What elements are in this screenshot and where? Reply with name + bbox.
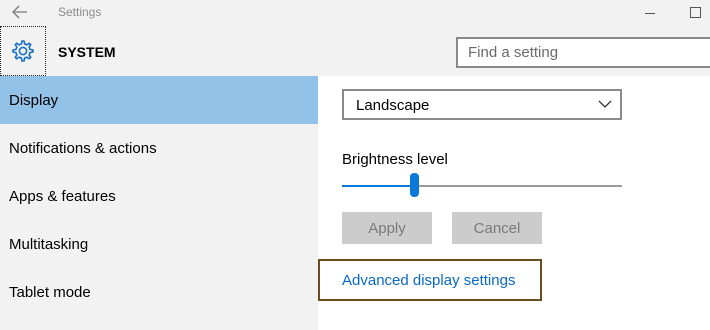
minimize-button[interactable] [640, 2, 662, 22]
sidebar-item-label: Display [9, 91, 59, 109]
apply-button[interactable]: Apply [342, 212, 432, 244]
cancel-button[interactable]: Cancel [452, 212, 542, 244]
window-title: Settings [58, 5, 102, 19]
sidebar-item-label: Multitasking [9, 235, 89, 253]
orientation-dropdown[interactable]: Landscape [342, 89, 622, 120]
title-bar: Settings [0, 0, 710, 26]
sidebar-item-multitasking[interactable]: Multitasking [0, 220, 318, 268]
gear-icon [12, 40, 34, 62]
sidebar-item-label: Apps & features [9, 187, 116, 205]
advanced-link-label: Advanced display settings [342, 271, 516, 289]
page-header: SYSTEM [0, 26, 710, 76]
sidebar-item-tablet-mode[interactable]: Tablet mode [0, 268, 318, 316]
search-input[interactable] [458, 39, 710, 66]
sidebar-item-display[interactable]: Display [0, 76, 318, 124]
advanced-display-settings-link[interactable]: Advanced display settings [318, 259, 542, 301]
slider-thumb[interactable] [410, 173, 419, 197]
sidebar-item-label: Notifications & actions [9, 139, 157, 157]
sidebar-item-notifications[interactable]: Notifications & actions [0, 124, 318, 172]
brightness-slider[interactable] [342, 172, 622, 200]
sidebar-item-label: Tablet mode [9, 283, 91, 301]
sidebar: Display Notifications & actions Apps & f… [0, 76, 318, 330]
display-settings-panel: Landscape Brightness level Apply Cancel … [318, 76, 710, 330]
sidebar-item-apps-features[interactable]: Apps & features [0, 172, 318, 220]
system-home-button[interactable] [0, 26, 46, 76]
page-title: SYSTEM [58, 44, 116, 60]
back-button[interactable] [8, 2, 32, 22]
back-arrow-icon [12, 5, 27, 19]
search-box[interactable] [456, 37, 710, 68]
orientation-value: Landscape [356, 97, 430, 114]
chevron-down-icon [598, 100, 612, 108]
slider-fill [342, 185, 412, 187]
maximize-button[interactable] [684, 2, 706, 22]
brightness-label: Brightness level [342, 151, 448, 168]
